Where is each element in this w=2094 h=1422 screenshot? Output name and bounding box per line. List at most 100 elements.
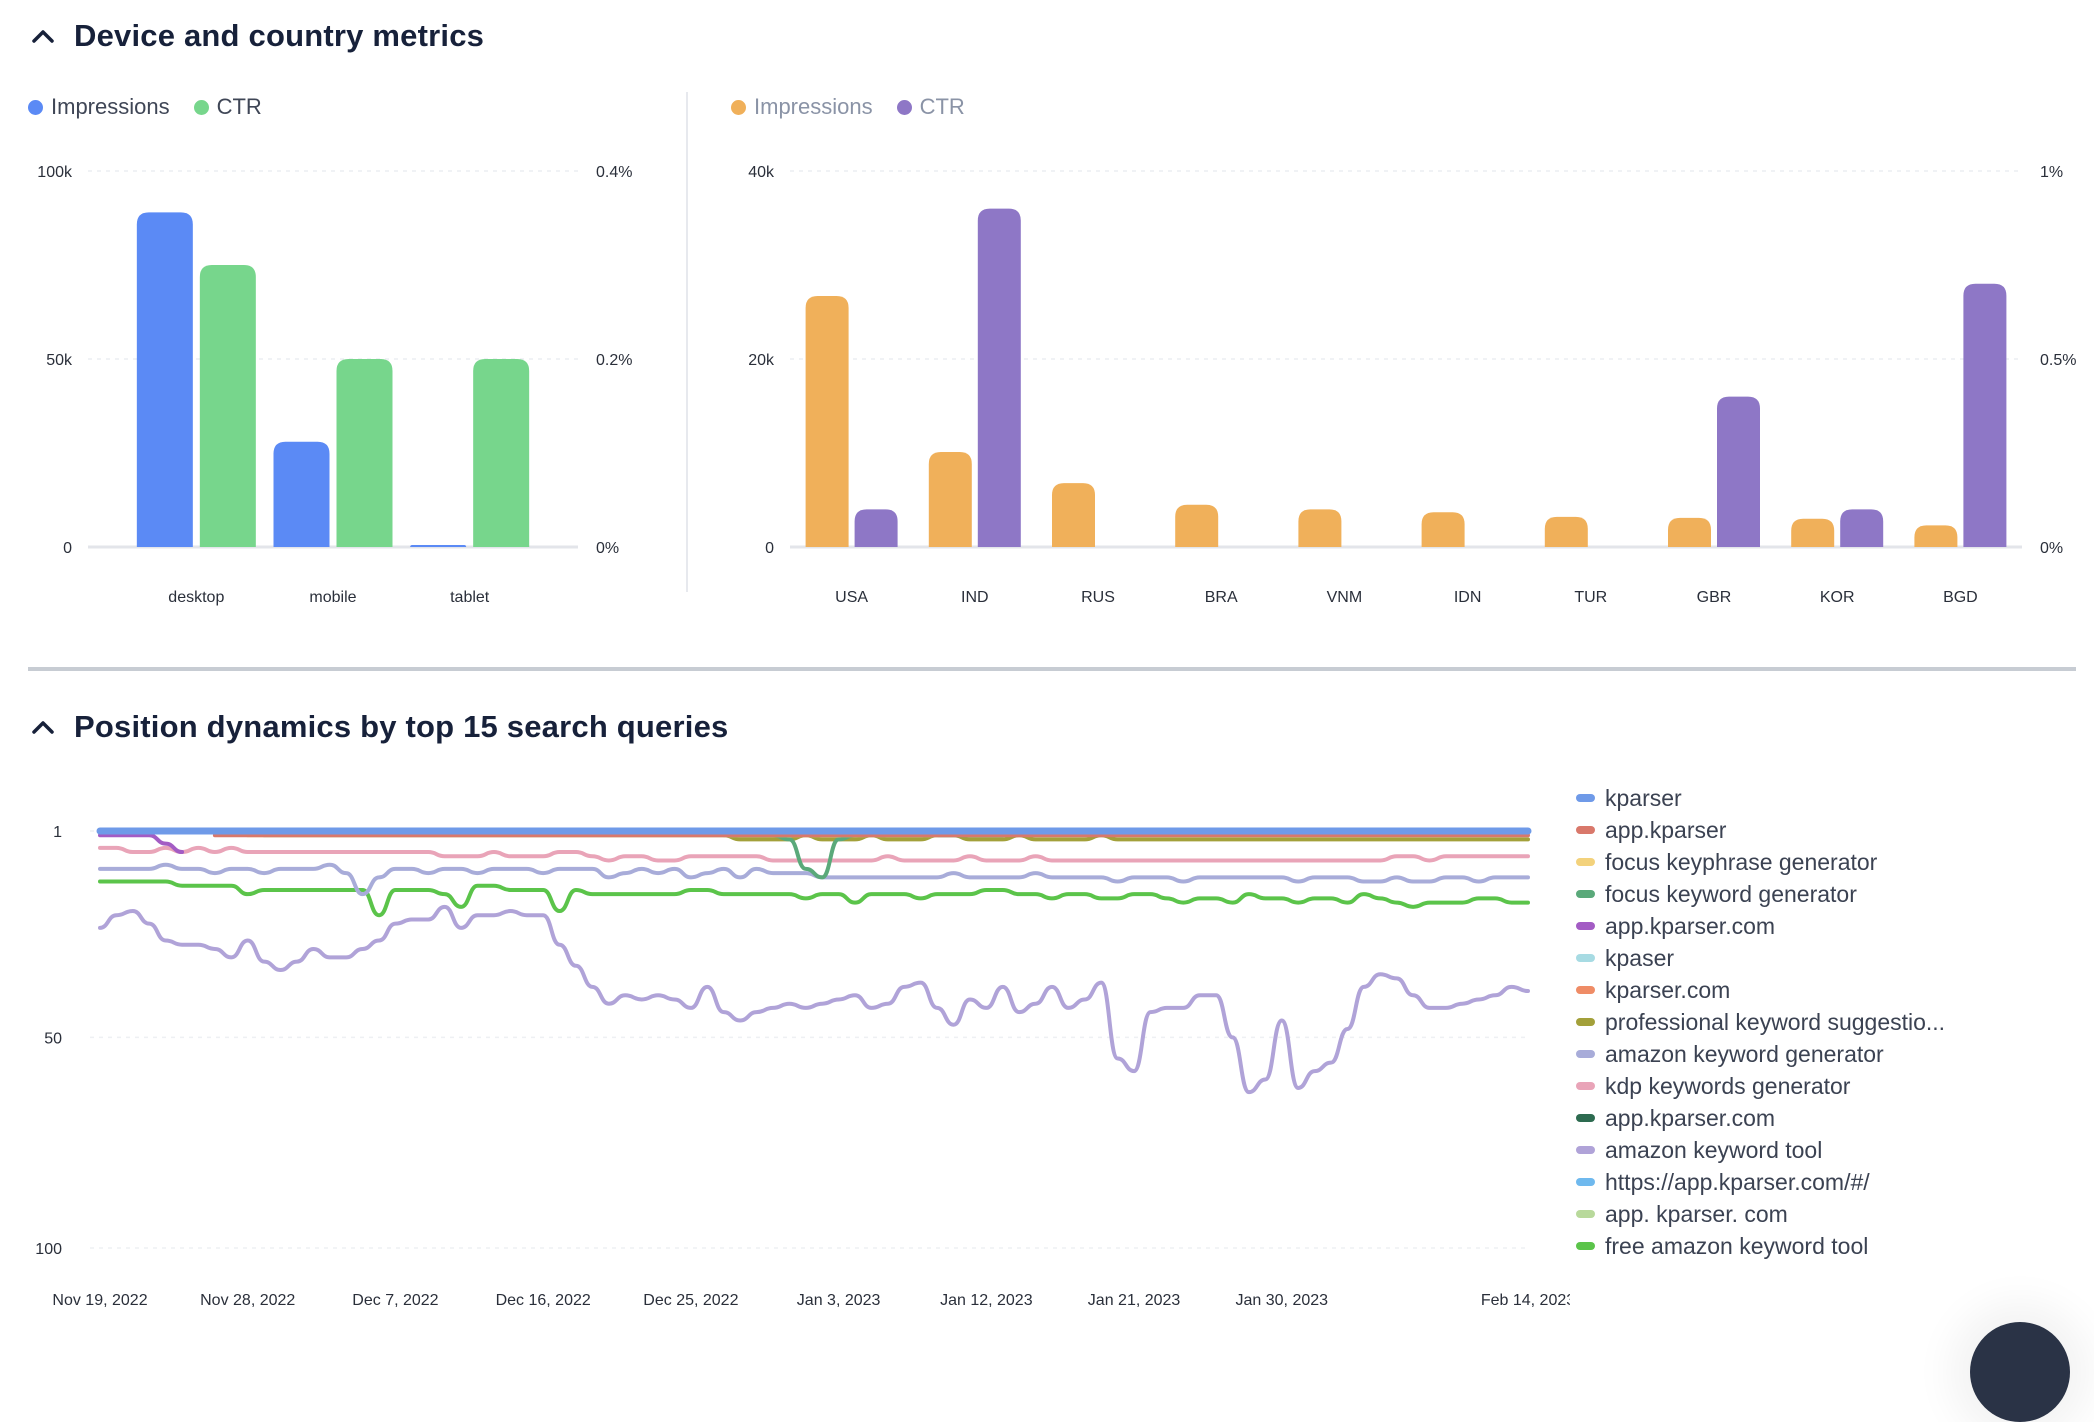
bar-ctr: [1840, 509, 1884, 547]
bar-ctr: [977, 208, 1021, 547]
y-axis-tick-label: 100: [35, 1241, 62, 1258]
y-axis-tick-label: 50: [44, 1030, 62, 1047]
legend-item[interactable]: kdp keywords generator: [1576, 1070, 1945, 1102]
series-line-11: [98, 904, 1530, 1095]
left-axis-tick-label: 50k: [46, 352, 73, 369]
legend-item-ctr[interactable]: CTR: [896, 94, 965, 120]
legend-label: focus keyword generator: [1605, 880, 1857, 907]
bar-ctr: [336, 359, 393, 547]
legend-dot-icon: [28, 99, 43, 115]
legend-item[interactable]: free amazon keyword tool: [1576, 1230, 1945, 1262]
country-chart: 0 20k 40k 0% 0.5% 1% USA IND RUS BRA VNM IDN TUR GBR K…: [748, 164, 2076, 606]
legend-label: professional keyword suggestio...: [1605, 1008, 1946, 1035]
position-chart-legend: kparser app.kparser focus keyphrase genera…: [1576, 782, 1945, 1262]
legend-item[interactable]: app.kparser.com: [1576, 1102, 1945, 1134]
legend-swatch-icon: [1576, 794, 1595, 802]
x-axis-tick-label: Jan 3, 2023: [797, 1292, 881, 1309]
legend-item[interactable]: amazon keyword generator: [1576, 1038, 1945, 1070]
y-axis-tick-label: 1: [53, 824, 62, 841]
right-axis-tick-label: 0%: [2040, 540, 2063, 557]
category-label: BGD: [1943, 589, 1978, 606]
chart-divider: [686, 92, 688, 592]
right-axis-tick-label: 0.5%: [2040, 352, 2076, 369]
legend-swatch-icon: [1576, 1050, 1595, 1058]
left-axis-tick-label: 0: [63, 540, 72, 557]
collapse-device-country-button[interactable]: [30, 21, 74, 51]
category-label: tablet: [450, 589, 490, 606]
legend-swatch-icon: [1576, 858, 1595, 866]
chat-button[interactable]: [1970, 1322, 2070, 1422]
device-country-header: Device and country metrics: [30, 18, 484, 54]
collapse-positions-button[interactable]: [30, 712, 74, 742]
x-axis-tick-label: Jan 30, 2023: [1236, 1292, 1329, 1309]
legend-swatch-icon: [1576, 1114, 1595, 1122]
legend-item[interactable]: app.kparser: [1576, 814, 1945, 846]
chevron-up-icon: [32, 721, 54, 734]
position-line-chart: 1 50 100 Nov 19, 2022 Nov 28, 2022 Dec 7, 202…: [35, 824, 1570, 1309]
section-divider: [28, 667, 2076, 671]
bar-impressions: [410, 545, 467, 547]
legend-swatch-icon: [1576, 1242, 1595, 1250]
legend-label: kparser.com: [1605, 976, 1731, 1003]
category-label: GBR: [1697, 589, 1732, 606]
legend-item[interactable]: amazon keyword tool: [1576, 1134, 1945, 1166]
category-label: mobile: [309, 589, 356, 606]
legend-item[interactable]: focus keyword generator: [1576, 878, 1945, 910]
bar-impressions: [1175, 504, 1219, 547]
legend-item[interactable]: app.kparser.com: [1576, 910, 1945, 942]
legend-item[interactable]: kparser: [1576, 782, 1945, 814]
section-title: Device and country metrics: [74, 18, 485, 53]
x-axis-tick-label: Nov 28, 2022: [200, 1292, 295, 1309]
legend-item-ctr[interactable]: CTR: [193, 94, 262, 120]
legend-swatch-icon: [1576, 826, 1595, 834]
legend-item[interactable]: kparser.com: [1576, 974, 1945, 1006]
legend-swatch-icon: [1576, 954, 1595, 962]
legend-item[interactable]: app. kparser. com: [1576, 1198, 1945, 1230]
category-label: desktop: [168, 589, 224, 606]
x-axis-tick-label: Dec 16, 2022: [496, 1292, 591, 1309]
category-label: BRA: [1205, 589, 1238, 606]
category-label: USA: [835, 589, 868, 606]
x-axis-tick-label: Jan 21, 2023: [1088, 1292, 1181, 1309]
country-chart-legend: Impressions CTR: [731, 94, 989, 120]
bar-impressions: [1791, 518, 1835, 547]
legend-swatch-icon: [1576, 890, 1595, 898]
x-axis-tick-label: Dec 7, 2022: [352, 1292, 438, 1309]
legend-item[interactable]: kpaser: [1576, 942, 1945, 974]
x-axis-tick-label: Nov 19, 2022: [52, 1292, 147, 1309]
left-axis-tick-label: 0: [765, 540, 774, 557]
legend-label: kdp keywords generator: [1605, 1072, 1851, 1099]
legend-dot-icon: [731, 99, 746, 115]
legend-label: https://app.kparser.com/#/: [1605, 1168, 1870, 1195]
left-axis-tick-label: 100k: [37, 164, 73, 181]
legend-label: kparser: [1605, 784, 1682, 811]
bar-ctr: [1963, 283, 2007, 547]
legend-item-impressions[interactable]: Impressions: [28, 94, 170, 120]
legend-label: free amazon keyword tool: [1605, 1232, 1869, 1259]
positions-header: Position dynamics by top 15 search queri…: [30, 709, 728, 745]
bar-ctr: [1717, 396, 1760, 547]
legend-label: kpaser: [1605, 944, 1675, 971]
legend-item[interactable]: focus keyphrase generator: [1576, 846, 1945, 878]
chevron-up-icon: [32, 30, 54, 43]
bar-ctr: [199, 265, 256, 547]
legend-swatch-icon: [1576, 1210, 1595, 1218]
x-axis-tick-label: Jan 12, 2023: [940, 1292, 1033, 1309]
legend-item[interactable]: https://app.kparser.com/#/: [1576, 1166, 1945, 1198]
left-axis-tick-label: 20k: [748, 352, 775, 369]
legend-item-impressions[interactable]: Impressions: [731, 94, 873, 120]
category-label: IND: [961, 589, 989, 606]
left-axis-tick-label: 40k: [748, 164, 775, 181]
legend-label: app. kparser. com: [1605, 1200, 1788, 1227]
right-axis-tick-label: 0.4%: [596, 164, 632, 181]
right-axis-tick-label: 0%: [596, 540, 619, 557]
legend-label: CTR: [919, 94, 965, 119]
right-axis-tick-label: 1%: [2040, 164, 2063, 181]
legend-label: app.kparser.com: [1605, 1104, 1776, 1131]
bar-ctr: [854, 509, 898, 547]
legend-item[interactable]: professional keyword suggestio...: [1576, 1006, 1945, 1038]
legend-label: Impressions: [754, 94, 873, 119]
bar-impressions: [1914, 525, 1958, 547]
bar-impressions: [805, 296, 849, 547]
legend-dot-icon: [896, 99, 912, 115]
